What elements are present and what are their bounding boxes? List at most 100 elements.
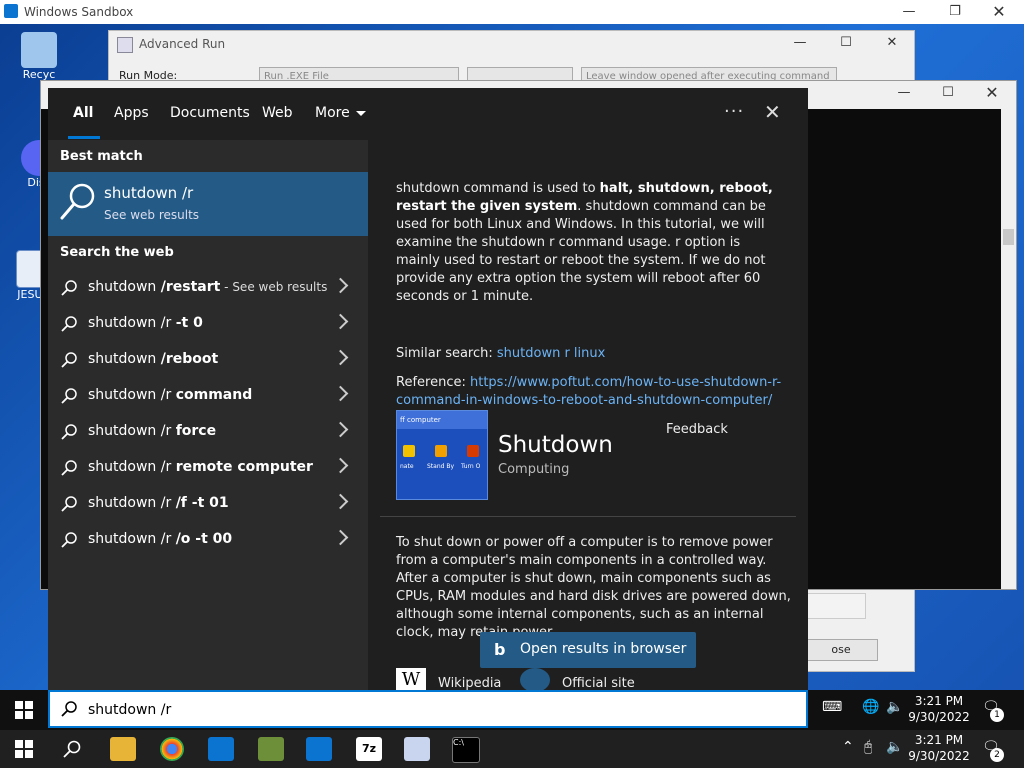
wikipedia-link[interactable]: Wikipedia xyxy=(438,676,501,690)
web-result-item[interactable]: shutdown /r /f -t 01 xyxy=(48,487,368,521)
7zip-icon[interactable]: 7z xyxy=(356,737,382,761)
open-in-browser-button[interactable]: b Open results in browser xyxy=(480,632,696,668)
advrun-close-button[interactable]: ✕ xyxy=(869,31,915,55)
entity-title[interactable]: Shutdown xyxy=(498,432,613,458)
date-bottom: 9/30/2022 xyxy=(908,749,970,763)
file-explorer-icon[interactable] xyxy=(110,737,136,761)
best-match-title: shutdown /r xyxy=(104,184,194,202)
tab-more[interactable]: More xyxy=(315,105,366,121)
sandbox-restore-button[interactable]: ❐ xyxy=(932,0,978,24)
chevron-right-icon[interactable] xyxy=(332,313,349,330)
globe-icon[interactable] xyxy=(520,668,550,690)
clock-top[interactable]: 3:21 PM 9/30/2022 xyxy=(904,693,974,725)
result-suffix: - See web results xyxy=(220,280,328,294)
best-match-item[interactable]: shutdown /r See web results xyxy=(48,172,368,236)
sources-row: W Wikipedia Official site xyxy=(396,668,796,690)
chevron-right-icon[interactable] xyxy=(332,421,349,438)
result-bold: /restart xyxy=(160,279,221,295)
advrun-dropdown[interactable] xyxy=(804,593,866,619)
web-result-item[interactable]: shutdown /r remote computer xyxy=(48,451,368,485)
volume-icon[interactable]: 🔈 xyxy=(886,739,903,755)
web-result-item[interactable]: shutdown /restart - See web results xyxy=(48,271,368,305)
search-icon xyxy=(61,532,77,548)
console-scrollbar[interactable] xyxy=(1001,109,1016,589)
similar-link[interactable]: shutdown r linux xyxy=(497,346,605,361)
cmd-icon[interactable]: C:\ xyxy=(452,737,480,763)
desktop-icon-recycle-bin[interactable]: Recyc xyxy=(4,32,74,81)
search-icon xyxy=(61,460,77,476)
chevron-down-icon xyxy=(355,110,366,116)
chevron-up-icon[interactable]: ⌃ xyxy=(842,739,854,755)
console-close-button[interactable]: ✕ xyxy=(969,81,1015,105)
tab-documents[interactable]: Documents xyxy=(170,105,250,121)
advrun-close-dialog-button[interactable]: ose xyxy=(804,639,878,661)
tab-all[interactable]: All xyxy=(73,105,93,121)
sandbox-title-bar: Windows Sandbox — ❐ ✕ xyxy=(0,0,1024,24)
search-icon xyxy=(61,701,77,717)
web-result-item[interactable]: shutdown /r /o -t 00 xyxy=(48,523,368,557)
search-input[interactable] xyxy=(86,699,690,721)
web-result-label: shutdown /r command xyxy=(88,387,252,403)
tab-web[interactable]: Web xyxy=(262,105,293,121)
chrome-icon[interactable] xyxy=(160,737,184,761)
shutdown-thumbnail[interactable]: ff computer nate Stand By Turn O xyxy=(396,410,488,500)
reference-label: Reference: xyxy=(396,375,470,390)
reference: Reference: https://www.poftut.com/how-to… xyxy=(396,374,796,410)
power-icon xyxy=(467,445,479,457)
web-result-label: shutdown /r remote computer xyxy=(88,459,313,475)
chevron-right-icon[interactable] xyxy=(332,457,349,474)
result-bold: -t 0 xyxy=(175,315,203,331)
windows-logo-icon[interactable] xyxy=(15,701,33,719)
advrun-minimize-button[interactable]: — xyxy=(777,31,823,55)
language-icon[interactable]: 🌐 xyxy=(862,699,879,715)
sandbox-app-icon[interactable] xyxy=(208,737,234,761)
web-result-item[interactable]: shutdown /r force xyxy=(48,415,368,449)
thumb-label-1: nate xyxy=(400,463,414,470)
search-box[interactable] xyxy=(48,690,808,728)
official-site-link[interactable]: Official site xyxy=(562,676,635,690)
similar-search: Similar search: shutdown r linux xyxy=(396,346,605,361)
preview-pane: shutdown command is used to halt, shutdo… xyxy=(368,140,808,690)
search-icon xyxy=(61,496,77,512)
chevron-right-icon[interactable] xyxy=(332,349,349,366)
start-button[interactable] xyxy=(15,740,33,758)
divider xyxy=(380,516,796,517)
web-result-item[interactable]: shutdown /r -t 0 xyxy=(48,307,368,341)
chevron-right-icon[interactable] xyxy=(332,277,349,294)
chevron-right-icon[interactable] xyxy=(332,493,349,510)
host-taskbar: 7z C:\ ⌃ 🖰 🔈 3:21 PM 9/30/2022 🗨 2 xyxy=(0,730,1024,768)
thumb-label-2: Stand By xyxy=(427,463,455,470)
app-icon[interactable] xyxy=(258,737,284,761)
sandbox-minimize-button[interactable]: — xyxy=(886,0,932,24)
network-icon[interactable]: 🖰 xyxy=(864,739,872,755)
chevron-right-icon[interactable] xyxy=(332,385,349,402)
web-result-item[interactable]: shutdown /r command xyxy=(48,379,368,413)
advrun-maximize-button[interactable]: ☐ xyxy=(823,31,869,55)
result-bold: command xyxy=(175,387,253,403)
more-options-icon[interactable]: ··· xyxy=(724,101,744,122)
keyboard-icon[interactable]: ⌨ xyxy=(822,699,842,715)
sandbox-app-icon-2[interactable] xyxy=(306,737,332,761)
chevron-right-icon[interactable] xyxy=(332,529,349,546)
console-minimize-button[interactable]: — xyxy=(881,81,927,105)
result-prefix: shutdown /r xyxy=(88,495,176,511)
best-match-header: Best match xyxy=(60,149,143,164)
result-prefix: shutdown /r xyxy=(88,423,176,439)
console-maximize-button[interactable]: ☐ xyxy=(925,81,971,105)
console-scroll-thumb[interactable] xyxy=(1003,229,1014,245)
web-result-item[interactable]: shutdown /reboot xyxy=(48,343,368,377)
feedback-link[interactable]: Feedback xyxy=(666,422,728,437)
web-result-label: shutdown /r /o -t 00 xyxy=(88,531,232,547)
tab-apps[interactable]: Apps xyxy=(114,105,149,121)
wikipedia-icon[interactable]: W xyxy=(396,668,426,690)
search-flyout: All Apps Documents Web More ··· ✕ Best m… xyxy=(48,88,808,690)
notification-badge: 1 xyxy=(990,708,1004,722)
sandbox-close-button[interactable]: ✕ xyxy=(976,0,1022,24)
result-bold: remote computer xyxy=(175,459,313,475)
search-button[interactable] xyxy=(62,739,82,759)
close-icon[interactable]: ✕ xyxy=(764,100,781,124)
advanced-run-taskbar-icon[interactable] xyxy=(404,737,430,761)
volume-icon[interactable]: 🔈 xyxy=(886,699,903,715)
tab-more-label: More xyxy=(315,105,350,121)
clock-bottom[interactable]: 3:21 PM 9/30/2022 xyxy=(904,732,974,764)
